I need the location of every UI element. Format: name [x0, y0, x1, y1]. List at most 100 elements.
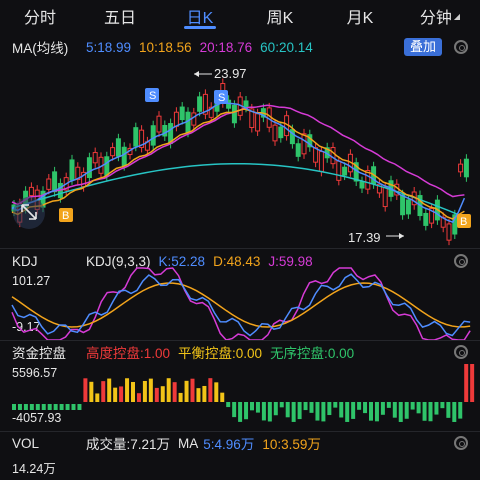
fund-bar	[184, 380, 189, 402]
kdj-indicator-name[interactable]: KDJ	[0, 254, 86, 269]
kdj-settings-icon[interactable]	[454, 254, 468, 268]
fund-bar	[47, 404, 52, 410]
expand-icon[interactable]	[13, 197, 45, 229]
dropdown-triangle-icon: ◢	[453, 11, 461, 21]
fund-bar	[83, 378, 88, 402]
fund-bar	[339, 402, 344, 418]
candle	[191, 112, 197, 126]
tab-five-day[interactable]: 五日	[80, 0, 160, 32]
fund-bar	[428, 402, 433, 422]
fund-bar	[172, 382, 177, 402]
fund-bar	[369, 402, 373, 421]
fund-bar	[136, 393, 141, 402]
tab-monthly-k[interactable]: 月K	[320, 0, 400, 32]
candle	[446, 223, 452, 241]
fund-bar	[333, 402, 338, 408]
candle	[121, 146, 127, 167]
fund-bar	[208, 378, 213, 402]
low-annotation: 17.39	[348, 230, 404, 245]
fund-control-chart[interactable]	[0, 362, 480, 432]
fund-bar	[77, 404, 82, 410]
candle	[463, 158, 469, 178]
candle	[405, 199, 411, 215]
ma-indicator-name[interactable]: MA(均线)	[0, 37, 86, 57]
candle	[330, 147, 336, 165]
fund-bar	[226, 402, 231, 408]
tab-weekly-k[interactable]: 周K	[240, 0, 320, 32]
tab-minute[interactable]: 分钟 ◢	[400, 0, 480, 32]
fund-bar	[303, 402, 308, 411]
volume-settings-icon[interactable]	[454, 436, 468, 450]
svg-text:S: S	[218, 92, 225, 104]
candlestick-chart[interactable]: 23.97 17.39 S S B B	[0, 58, 480, 258]
volume-axis-top: 14.24万	[12, 462, 56, 476]
fund-bar	[166, 378, 171, 402]
candle	[46, 178, 52, 190]
fund-bar	[279, 402, 284, 408]
fund-bar	[363, 402, 368, 414]
tab-intraday[interactable]: 分时	[0, 0, 80, 32]
fund-bar	[119, 386, 124, 402]
fund-bar	[345, 402, 350, 422]
tab-daily-k[interactable]: 日K	[160, 0, 240, 32]
fund-bar	[89, 381, 94, 402]
svg-text:B: B	[62, 210, 69, 222]
ma5-line	[11, 102, 466, 224]
fund-bar	[464, 364, 469, 402]
fund-bar	[12, 404, 16, 410]
fund-control-settings-icon[interactable]	[454, 345, 468, 359]
fund-bar	[178, 392, 183, 402]
ma-settings-icon[interactable]	[454, 40, 468, 54]
volume-header: VOL 成交量:7.21万 MA 5:4.96万 10:3.59万	[0, 432, 480, 454]
overlay-button[interactable]: 叠加	[403, 38, 442, 56]
sell-marker-1: S	[145, 88, 159, 102]
kdj-k-value: K:52.28	[158, 253, 206, 269]
fund-bar	[214, 382, 219, 402]
kdj-header: KDJ KDJ(9,3,3) K:52.28 D:48.43 J:59.98	[0, 250, 480, 272]
low-price-label: 17.39	[348, 230, 381, 245]
candle	[28, 186, 34, 197]
candle	[243, 100, 249, 108]
candle	[133, 127, 139, 147]
fund-bar	[285, 402, 290, 418]
fund-bar	[357, 402, 362, 410]
fund-bar	[101, 381, 106, 402]
disorder-control-value: 无序控盘:0.00	[270, 346, 355, 361]
fund-bar	[410, 402, 415, 410]
candle	[278, 126, 284, 139]
fund-bar	[416, 402, 421, 414]
high-control-value: 高度控盘:1.00	[86, 346, 171, 361]
fund-bar	[53, 404, 58, 410]
sell-marker-2: S	[214, 90, 228, 104]
fund-bar	[148, 378, 153, 402]
candle	[52, 171, 58, 193]
fund-bar	[142, 380, 147, 402]
volume-indicator-name[interactable]: VOL	[0, 436, 86, 451]
candle	[150, 125, 156, 146]
volume-ma10: 10:3.59万	[262, 437, 321, 452]
fund-bar	[273, 402, 278, 416]
kdj-params: KDJ(9,3,3)	[86, 253, 151, 269]
fund-bar	[446, 402, 451, 418]
fund-bar	[41, 404, 46, 410]
candle	[336, 160, 342, 181]
candle	[115, 138, 121, 157]
fund-bar	[434, 402, 439, 415]
fund-bar	[244, 402, 249, 420]
high-price-label: 23.97	[214, 66, 247, 81]
fund-control-name[interactable]: 资金控盘	[0, 342, 86, 362]
fund-bar	[190, 378, 195, 402]
kdj-d-value: D:48.43	[213, 253, 261, 269]
fund-bar	[386, 402, 391, 408]
volume-ma-label: MA	[178, 435, 199, 451]
kdj-chart[interactable]	[0, 267, 480, 341]
fund-bar	[404, 402, 409, 419]
fund-bar	[452, 402, 457, 422]
fund-bar	[392, 402, 397, 418]
candle	[295, 143, 301, 157]
candle	[255, 113, 261, 132]
fund-bar	[125, 378, 130, 402]
candle	[104, 156, 110, 177]
fund-bar	[113, 387, 118, 402]
buy-marker-1: B	[59, 208, 73, 222]
